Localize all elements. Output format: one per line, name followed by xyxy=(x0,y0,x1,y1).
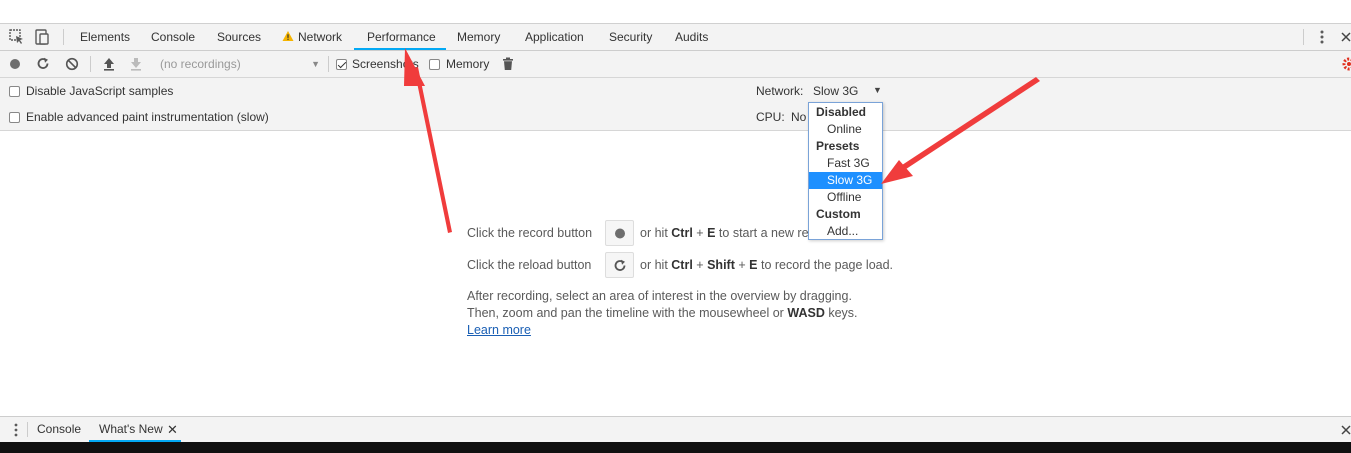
dropdown-option-add[interactable]: Add... xyxy=(809,223,882,240)
recordings-select[interactable]: (no recordings) ▼ xyxy=(156,55,324,74)
record-button[interactable] xyxy=(605,220,634,246)
cpu-throttle-value[interactable]: No xyxy=(791,110,806,124)
dropdown-option-online[interactable]: Online xyxy=(809,121,882,138)
record-suffix: to start a new re xyxy=(718,226,809,240)
dropdown-option-offline[interactable]: Offline xyxy=(809,189,882,206)
dropdown-group-custom: Custom xyxy=(816,207,861,221)
devtools-drawer-tabbar: Console What's New ✕ xyxy=(0,416,1351,442)
close-drawer-icon[interactable] xyxy=(1339,422,1351,438)
toolbar-divider xyxy=(90,56,91,72)
recordings-select-value: (no recordings) xyxy=(160,57,241,71)
load-profile-icon[interactable] xyxy=(102,57,116,71)
drawer-tab-console[interactable]: Console xyxy=(37,417,81,442)
memory-checkbox[interactable] xyxy=(429,59,440,70)
devtools-tabbar: Elements Console Sources Network Perform… xyxy=(0,24,1351,51)
capture-settings-pane: Disable JavaScript samples Enable advanc… xyxy=(0,78,1351,131)
reload-instruction: Click the reload button xyxy=(467,258,592,272)
dropdown-group-presets: Presets xyxy=(816,139,860,153)
reload-icon xyxy=(614,259,626,271)
after-recording-line2: Then, zoom and pan the timeline with the… xyxy=(467,306,858,320)
tab-console[interactable]: Console xyxy=(151,24,195,50)
after-line2-suffix: keys. xyxy=(828,306,858,320)
os-taskbar xyxy=(0,442,1351,453)
disable-js-samples-checkbox[interactable] xyxy=(9,86,20,97)
memory-label: Memory xyxy=(446,57,490,71)
network-throttle-select[interactable]: Slow 3G ▼ xyxy=(811,82,885,100)
warning-icon xyxy=(282,30,294,42)
e-key: E xyxy=(707,226,716,240)
more-options-icon[interactable] xyxy=(1314,29,1330,45)
clear-icon[interactable] xyxy=(65,57,79,71)
plus-sign: + xyxy=(696,258,704,272)
ctrl-key: Ctrl xyxy=(671,258,693,272)
wasd-keys: WASD xyxy=(787,306,825,320)
reload-shortcut: or hit Ctrl + Shift + E to record the pa… xyxy=(640,258,893,272)
shift-key: Shift xyxy=(707,258,735,272)
toolbar-divider xyxy=(328,56,329,72)
dropdown-group-disabled: Disabled xyxy=(816,105,867,119)
network-throttle-value: Slow 3G xyxy=(813,84,859,98)
cpu-throttle-label: CPU: xyxy=(756,110,785,124)
inspect-element-icon[interactable] xyxy=(9,29,25,45)
network-throttle-dropdown: Disabled Online Presets Fast 3G Slow 3G … xyxy=(808,102,883,240)
advanced-paint-checkbox[interactable] xyxy=(9,112,20,123)
performance-toolbar: (no recordings) ▼ Screenshots Memory xyxy=(0,51,1351,78)
record-icon[interactable] xyxy=(9,57,23,71)
browser-top-strip xyxy=(0,0,1351,24)
plus-sign: + xyxy=(738,258,746,272)
disable-js-samples-label: Disable JavaScript samples xyxy=(26,84,174,98)
dropdown-option-fast-3g[interactable]: Fast 3G xyxy=(809,155,882,172)
chevron-down-icon: ▼ xyxy=(311,59,320,69)
reload-button[interactable] xyxy=(605,252,634,278)
tab-sources[interactable]: Sources xyxy=(217,24,261,50)
chevron-down-icon: ▼ xyxy=(873,85,882,95)
plus-sign: + xyxy=(696,226,704,240)
tab-performance[interactable]: Performance xyxy=(367,24,436,50)
toolbar-divider xyxy=(27,422,28,437)
record-hint-text: or hit xyxy=(640,226,668,240)
reload-suffix: to record the page load. xyxy=(760,258,894,272)
reload-record-icon[interactable] xyxy=(36,57,50,71)
ctrl-key: Ctrl xyxy=(671,226,693,240)
reload-hint-text: or hit xyxy=(640,258,668,272)
network-throttle-label: Network: xyxy=(756,84,804,98)
e-key: E xyxy=(749,258,758,272)
drawer-menu-icon[interactable] xyxy=(9,422,23,438)
tab-elements[interactable]: Elements xyxy=(80,24,130,50)
dropdown-option-slow-3g[interactable]: Slow 3G xyxy=(809,172,882,189)
tab-security[interactable]: Security xyxy=(609,24,652,50)
record-instruction: Click the record button xyxy=(467,226,593,240)
active-tab-indicator xyxy=(354,48,446,50)
tab-memory[interactable]: Memory xyxy=(457,24,500,50)
drawer-tab-whats-new[interactable]: What's New xyxy=(99,417,163,442)
record-shortcut: or hit Ctrl + E to start a new re xyxy=(640,226,809,240)
trash-icon[interactable] xyxy=(502,57,514,71)
toolbar-divider xyxy=(63,29,64,45)
close-devtools-icon[interactable] xyxy=(1339,29,1351,45)
after-recording-line1: After recording, select an area of inter… xyxy=(467,289,852,303)
screenshots-checkbox[interactable] xyxy=(336,59,347,70)
tab-application[interactable]: Application xyxy=(525,24,584,50)
screenshots-label: Screenshots xyxy=(352,57,419,71)
record-icon xyxy=(615,228,625,239)
advanced-paint-label: Enable advanced paint instrumentation (s… xyxy=(26,110,269,124)
settings-gear-icon[interactable] xyxy=(1341,56,1351,72)
device-toolbar-icon[interactable] xyxy=(34,29,50,45)
save-profile-icon[interactable] xyxy=(129,57,143,71)
close-tab-icon[interactable]: ✕ xyxy=(167,417,178,442)
learn-more-link[interactable]: Learn more xyxy=(467,323,531,337)
after-line2-text: Then, zoom and pan the timeline with the… xyxy=(467,306,784,320)
tab-audits[interactable]: Audits xyxy=(675,24,708,50)
performance-landing-page: Click the record button or hit Ctrl + E … xyxy=(0,131,1351,416)
toolbar-divider xyxy=(1303,29,1304,45)
tab-network[interactable]: Network xyxy=(298,24,342,50)
